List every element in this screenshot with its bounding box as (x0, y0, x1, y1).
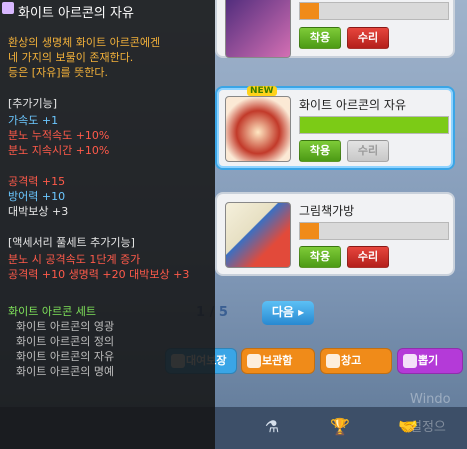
item-tooltip: 화이트 아르콘의 자유 환상의 생명체 화이트 아르콘에겐 네 가지의 보물이 … (0, 0, 215, 449)
description-line: 등은 [자유]를 뜻한다. (8, 66, 109, 79)
candy-item-thumbnail[interactable] (225, 0, 291, 58)
item-title: 그림책가방 (299, 204, 355, 218)
item-type-icon (2, 2, 14, 14)
stat-line: 대박보상 +3 (8, 205, 69, 218)
equip-button[interactable]: 착용 (299, 27, 341, 49)
gacha-button[interactable]: 뽑기 (397, 348, 463, 374)
warehouse-label: 창고 (341, 354, 362, 367)
storage-box-button[interactable]: 보관함 (241, 348, 315, 374)
warehouse-button[interactable]: 창고 (320, 348, 392, 374)
durability-bar (299, 2, 449, 20)
durability-fill (300, 223, 320, 239)
item-card-1[interactable]: 착용 수리 (215, 0, 455, 58)
potion-icon[interactable]: ⚗ (262, 417, 282, 437)
new-badge: NEW (247, 86, 277, 96)
description-line: 환상의 생명체 화이트 아르콘에겐 (8, 36, 161, 49)
tooltip-title: 화이트 아르콘의 자유 (18, 6, 134, 21)
equip-button[interactable]: 착용 (299, 246, 341, 268)
windows-watermark-line-1: Windo (410, 392, 451, 407)
tooltip-description: 환상의 생명체 화이트 아르콘에겐 네 가지의 보물이 존재한다. 등은 [자유… (8, 35, 207, 80)
storage-box-label: 보관함 (262, 354, 293, 367)
item-title: 화이트 아르콘의 자유 (299, 98, 406, 112)
stat-line: 분노 지속시간 +10% (8, 144, 110, 157)
repair-button-disabled[interactable]: 수리 (347, 140, 389, 162)
repair-button[interactable]: 수리 (347, 27, 389, 49)
item-card-3[interactable]: 그림책가방 착용 수리 (215, 192, 455, 276)
extra-ability-header: [추가기능] (8, 97, 58, 110)
durability-bar (299, 222, 449, 240)
durability-fill (300, 3, 320, 19)
durability-fill (300, 117, 448, 133)
storage-box-icon (247, 354, 261, 368)
set-bonus-line: 공격력 +10 생명력 +20 대박보상 +3 (8, 268, 190, 281)
set-bonus-line: 분노 시 공격속도 1단계 증가 (8, 253, 141, 266)
stat-line: 방어력 +10 (8, 190, 66, 203)
picturebook-bag-thumbnail[interactable] (225, 202, 291, 268)
windows-watermark-line-2: 설정으 (410, 420, 446, 435)
set-title: 화이트 아르콘 세트 (8, 305, 96, 318)
set-item: 화이트 아르콘의 정의 (16, 335, 115, 348)
item-card-2[interactable]: NEW 화이트 아르콘의 자유 착용 수리 (215, 86, 455, 170)
gacha-icon (403, 354, 417, 368)
description-line: 네 가지의 보물이 존재한다. (8, 51, 134, 64)
next-page-button[interactable]: 다음 ▸ (262, 301, 314, 325)
trophy-icon[interactable]: 🏆 (330, 417, 350, 437)
equip-button[interactable]: 착용 (299, 140, 341, 162)
durability-bar (299, 116, 449, 134)
stat-line: 가속도 +1 (8, 114, 59, 127)
warehouse-icon (326, 354, 340, 368)
set-item: 화이트 아르콘의 영광 (16, 320, 115, 333)
set-item: 화이트 아르콘의 명예 (16, 365, 115, 378)
stat-line: 공격력 +15 (8, 175, 66, 188)
wings-item-thumbnail[interactable] (225, 96, 291, 162)
set-item: 화이트 아르콘의 자유 (16, 350, 115, 363)
stat-line: 분노 누적속도 +10% (8, 129, 110, 142)
gacha-label: 뽑기 (418, 354, 439, 367)
repair-button[interactable]: 수리 (347, 246, 389, 268)
set-bonus-header: [액세서리 풀세트 추가기능] (8, 236, 135, 249)
